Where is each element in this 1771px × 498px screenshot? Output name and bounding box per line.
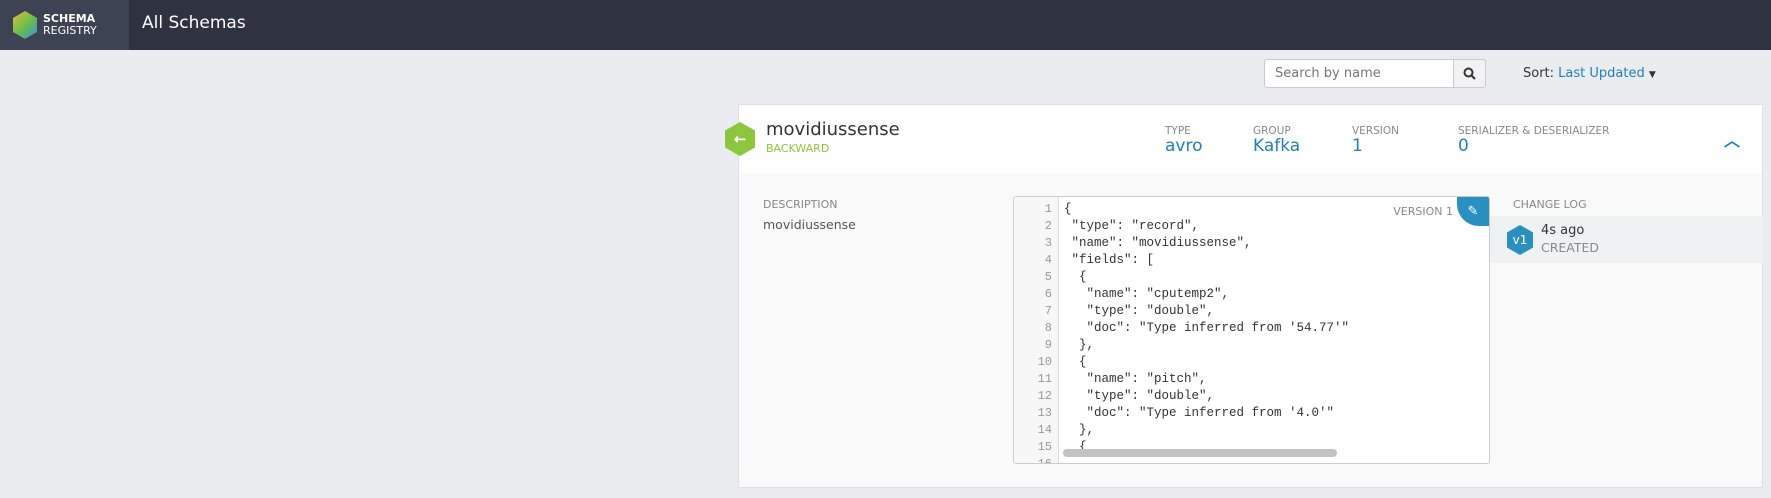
arrow-left-icon: ← — [725, 122, 755, 156]
version-badge: v1 — [1507, 225, 1533, 255]
schema-name: movidiussense — [766, 119, 900, 140]
edit-button[interactable]: ✎ — [1457, 197, 1489, 226]
meta-version: VERSION 1 — [1352, 125, 1399, 155]
description-value: movidiussense — [763, 217, 856, 232]
meta-serdes: SERIALIZER & DESERIALIZER 0 — [1458, 125, 1609, 155]
line-numbers: 1 2 3 4 5 6 7 8 9 10 11 12 13 14 15 16 — [1037, 202, 1052, 464]
page-title: All Schemas — [142, 13, 246, 33]
schema-code-editor[interactable]: 1 2 3 4 5 6 7 8 9 10 11 12 13 14 15 16 {… — [1013, 196, 1490, 464]
meta-value: 0 — [1458, 136, 1469, 156]
pencil-icon: ✎ — [1467, 203, 1479, 219]
meta-value: Kafka — [1253, 136, 1301, 156]
changelog-entry[interactable]: v1 4s ago CREATED — [1490, 216, 1763, 263]
meta-value: 1 — [1352, 136, 1363, 156]
sort-value: Last Updated — [1558, 66, 1645, 81]
changelog-time: 4s ago — [1541, 223, 1585, 238]
caret-down-icon: ▼ — [1648, 70, 1656, 80]
top-bar: SCHEMA REGISTRY All Schemas — [0, 0, 1771, 50]
schema-card: ← movidiussense BACKWARD TYPE avro GROUP K… — [725, 104, 1763, 488]
meta-value: avro — [1165, 136, 1203, 156]
logo-icon — [13, 11, 37, 39]
line-gutter: 1 2 3 4 5 6 7 8 9 10 11 12 13 14 15 16 — [1014, 197, 1059, 463]
search-icon — [1463, 67, 1476, 80]
version-label: VERSION 1 — [1393, 205, 1453, 218]
horizontal-scrollbar[interactable] — [1063, 449, 1337, 457]
sort-dropdown[interactable]: Sort: Last Updated ▼ — [1523, 66, 1656, 81]
compatibility-badge: BACKWARD — [766, 142, 830, 155]
meta-group: GROUP Kafka — [1253, 125, 1300, 155]
meta-label: SERIALIZER & DESERIALIZER — [1458, 125, 1610, 137]
search-button[interactable] — [1453, 59, 1486, 88]
logo[interactable]: SCHEMA REGISTRY — [0, 0, 129, 50]
meta-type: TYPE avro — [1165, 125, 1203, 155]
schema-code[interactable]: { "type": "record", "name": "movidiussen… — [1064, 201, 1349, 456]
logo-line2: REGISTRY — [43, 24, 97, 37]
sort-label: Sort: — [1523, 66, 1555, 81]
chevron-up-icon[interactable]: ︿ — [1724, 127, 1740, 151]
search-input[interactable] — [1264, 59, 1454, 88]
schema-card-header[interactable]: ← movidiussense BACKWARD TYPE avro GROUP K… — [725, 105, 1762, 173]
changelog-status: CREATED — [1541, 240, 1600, 255]
description-label: DESCRIPTION — [763, 198, 838, 211]
changelog-label: CHANGE LOG — [1513, 198, 1587, 211]
